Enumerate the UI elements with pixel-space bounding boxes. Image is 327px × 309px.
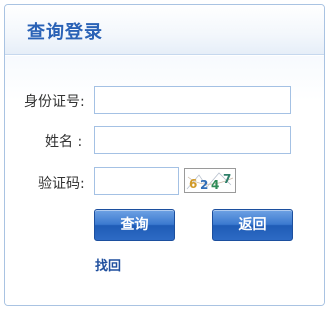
- captcha-graphic: 6 2 4 7: [185, 169, 235, 192]
- login-panel: 查询登录 身份证号: 姓名 : 验证码: 6 2 4 7 查询 返回 找回: [4, 4, 325, 306]
- captcha-char-2: 2: [200, 178, 208, 192]
- captcha-label: 验证码:: [38, 176, 85, 192]
- back-button[interactable]: 返回: [212, 209, 293, 241]
- captcha-image[interactable]: 6 2 4 7: [184, 168, 236, 193]
- captcha-input[interactable]: [94, 167, 179, 195]
- captcha-char-3: 4: [211, 178, 219, 192]
- query-button[interactable]: 查询: [94, 209, 175, 241]
- panel-header: 查询登录: [5, 5, 324, 55]
- panel-body: 身份证号: 姓名 : 验证码: 6 2 4 7 查询 返回 找回: [5, 56, 324, 305]
- captcha-char-1: 6: [189, 177, 197, 191]
- captcha-char-4: 7: [223, 172, 231, 186]
- id-number-input[interactable]: [94, 86, 291, 114]
- retrieve-link[interactable]: 找回: [95, 255, 121, 274]
- id-number-label: 身份证号:: [24, 94, 85, 110]
- panel-title: 查询登录: [27, 22, 103, 43]
- name-input[interactable]: [94, 126, 291, 154]
- name-label: 姓名 :: [45, 134, 83, 150]
